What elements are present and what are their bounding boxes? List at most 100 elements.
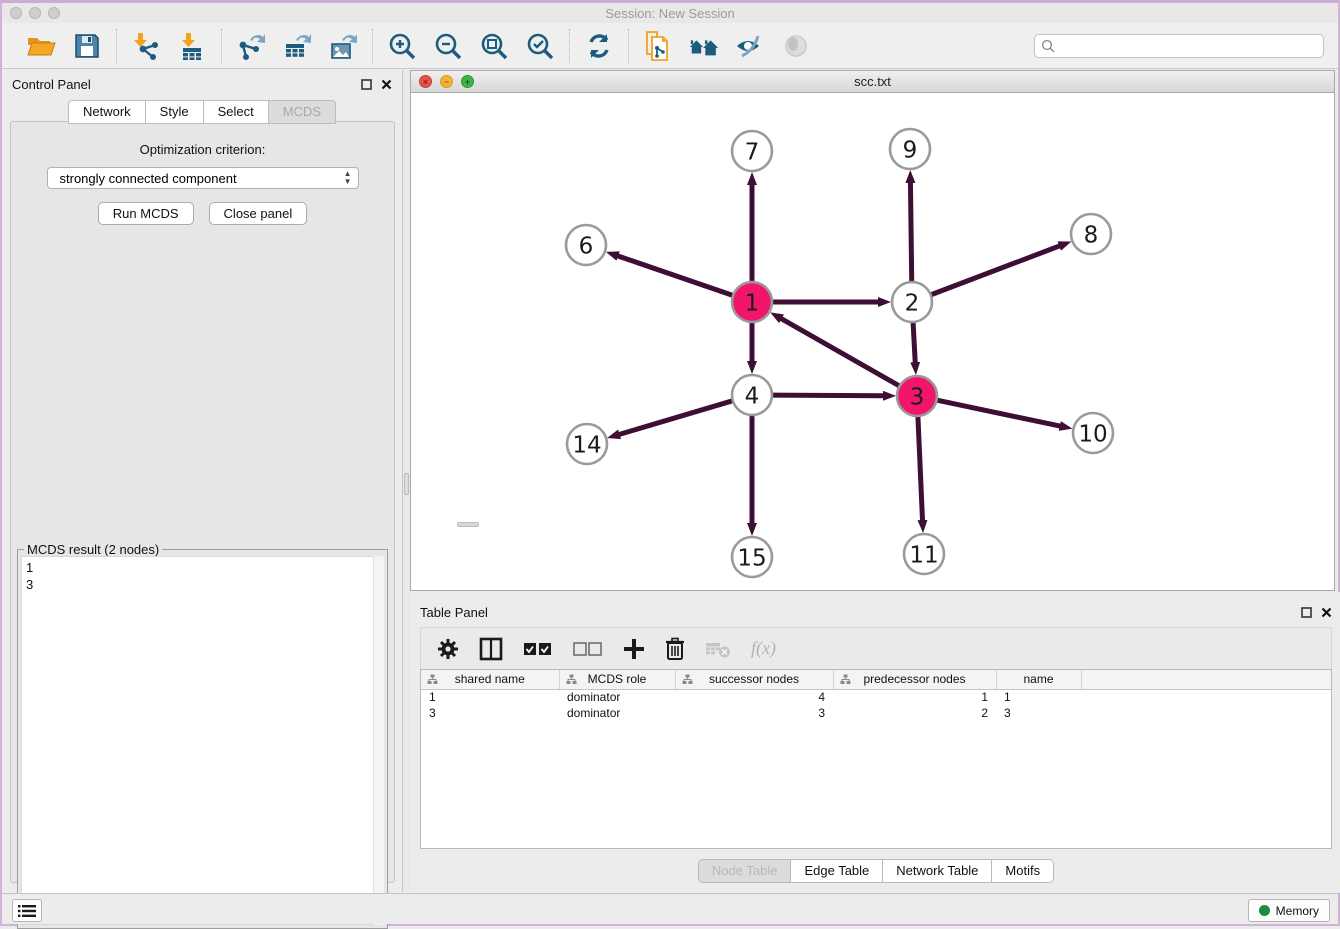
table-cell[interactable]: 3 <box>421 705 559 721</box>
graph-node-label: 4 <box>745 383 760 409</box>
column-header[interactable]: name <box>996 670 1081 689</box>
table-cell[interactable]: 4 <box>675 689 833 705</box>
show-all-button[interactable] <box>780 30 812 62</box>
hide-selected-button[interactable] <box>734 30 766 62</box>
gear-icon[interactable] <box>437 638 459 660</box>
memory-button[interactable]: Memory <box>1248 899 1330 922</box>
export-image-icon <box>328 31 358 61</box>
refresh-icon <box>585 32 613 60</box>
tab-node-table[interactable]: Node Table <box>698 859 792 883</box>
export-table-button[interactable] <box>281 30 313 62</box>
tab-motifs[interactable]: Motifs <box>992 859 1054 883</box>
zoom-out-button[interactable] <box>432 30 464 62</box>
close-table-panel-icon[interactable] <box>1321 607 1332 618</box>
node-table[interactable]: shared nameMCDS rolesuccessor nodesprede… <box>420 669 1332 849</box>
table-cell[interactable]: dominator <box>559 705 675 721</box>
graph-edge-3-11[interactable] <box>918 416 923 521</box>
graph-edge-4-3[interactable] <box>772 395 884 396</box>
export-image-button[interactable] <box>327 30 359 62</box>
save-session-button[interactable] <box>71 30 103 62</box>
graph-edge-2-3[interactable] <box>913 322 915 363</box>
copy-network-icon <box>643 31 673 61</box>
select-stepper-icon: ▲▼ <box>344 170 352 186</box>
zoom-window-icon[interactable] <box>48 7 60 19</box>
optimization-criterion-select[interactable]: strongly connected component ▲▼ <box>47 167 359 189</box>
table-cell[interactable]: 1 <box>996 689 1081 705</box>
graph-edge-2-8[interactable] <box>931 246 1060 295</box>
tab-style[interactable]: Style <box>146 100 204 124</box>
float-panel-icon[interactable] <box>361 79 372 90</box>
table-cell[interactable]: 2 <box>833 705 996 721</box>
zoom-in-button[interactable] <box>386 30 418 62</box>
zoom-selected-button[interactable] <box>524 30 556 62</box>
mcds-result-box: MCDS result (2 nodes) 1 3 <box>17 549 388 929</box>
run-mcds-button[interactable]: Run MCDS <box>98 202 194 225</box>
close-panel-icon[interactable] <box>381 79 392 90</box>
network-graph[interactable]: 1234678910111415 <box>411 93 1334 590</box>
graph-edge-3-1[interactable] <box>781 318 900 386</box>
network-close-icon[interactable]: × <box>419 75 432 88</box>
window-traffic-lights[interactable] <box>10 7 60 19</box>
hierarchy-icon <box>840 674 851 685</box>
minimize-window-icon[interactable] <box>29 7 41 19</box>
column-header[interactable]: successor nodes <box>675 670 833 689</box>
graph-edge-4-14[interactable] <box>619 401 733 435</box>
column-header[interactable]: MCDS role <box>559 670 675 689</box>
new-network-from-selection-button[interactable] <box>642 30 674 62</box>
column-header[interactable]: predecessor nodes <box>833 670 996 689</box>
table-cell[interactable]: 3 <box>675 705 833 721</box>
network-maximize-icon[interactable]: + <box>461 75 474 88</box>
first-neighbors-button[interactable] <box>688 30 720 62</box>
delete-column-icon[interactable] <box>665 637 685 661</box>
network-canvas[interactable]: 1234678910111415 <box>411 93 1334 590</box>
table-cell[interactable] <box>1081 705 1331 721</box>
table-cell[interactable] <box>1081 689 1331 705</box>
show-columns-icon[interactable] <box>479 637 503 661</box>
mcds-result-scrollbar[interactable] <box>373 556 384 925</box>
graph-edge-1-6[interactable] <box>617 256 733 296</box>
tab-mcds[interactable]: MCDS <box>269 100 336 124</box>
column-header[interactable]: shared name <box>421 670 559 689</box>
tab-select[interactable]: Select <box>204 100 269 124</box>
deselect-all-icon[interactable] <box>573 641 603 657</box>
close-window-icon[interactable] <box>10 7 22 19</box>
open-session-button[interactable] <box>25 30 57 62</box>
import-network-button[interactable] <box>130 30 162 62</box>
mcds-result-text[interactable]: 1 3 <box>21 556 384 925</box>
eye-disabled-icon <box>782 32 810 60</box>
apply-layout-button[interactable] <box>583 30 615 62</box>
tab-network[interactable]: Network <box>68 100 146 124</box>
control-panel-title: Control Panel <box>12 77 91 92</box>
graph-node-label: 1 <box>745 290 760 316</box>
table-cell[interactable]: 1 <box>833 689 996 705</box>
table-cell[interactable]: 3 <box>996 705 1081 721</box>
network-window-titlebar[interactable]: × − + scc.txt <box>411 71 1334 93</box>
table-cell[interactable]: 1 <box>421 689 559 705</box>
column-header[interactable] <box>1081 670 1331 689</box>
network-minimize-icon[interactable]: − <box>440 75 453 88</box>
tab-edge-table[interactable]: Edge Table <box>791 859 883 883</box>
optimization-criterion-label: Optimization criterion: <box>11 142 394 157</box>
splitter-handle[interactable] <box>404 473 409 495</box>
graph-edge-2-9[interactable] <box>910 182 911 282</box>
search-input[interactable] <box>1060 39 1317 53</box>
select-all-icon[interactable] <box>523 641 553 657</box>
search-field[interactable] <box>1034 34 1324 58</box>
tab-network-table[interactable]: Network Table <box>883 859 992 883</box>
graph-edge-3-10[interactable] <box>937 400 1061 426</box>
task-history-button[interactable] <box>12 899 42 922</box>
float-table-panel-icon[interactable] <box>1301 607 1312 618</box>
eye-slash-icon <box>734 32 766 60</box>
add-column-icon[interactable] <box>623 638 645 660</box>
import-table-button[interactable] <box>176 30 208 62</box>
export-network-button[interactable] <box>235 30 267 62</box>
zoom-fit-button[interactable] <box>478 30 510 62</box>
horizontal-splitter-handle[interactable] <box>457 522 479 527</box>
table-cell[interactable]: dominator <box>559 689 675 705</box>
close-panel-button[interactable]: Close panel <box>209 202 308 225</box>
table-row[interactable]: 1dominator411 <box>421 689 1331 705</box>
status-bar: Memory <box>2 893 1338 924</box>
vertical-splitter[interactable] <box>403 70 410 892</box>
graph-node-label: 14 <box>572 432 601 458</box>
table-row[interactable]: 3dominator323 <box>421 705 1331 721</box>
